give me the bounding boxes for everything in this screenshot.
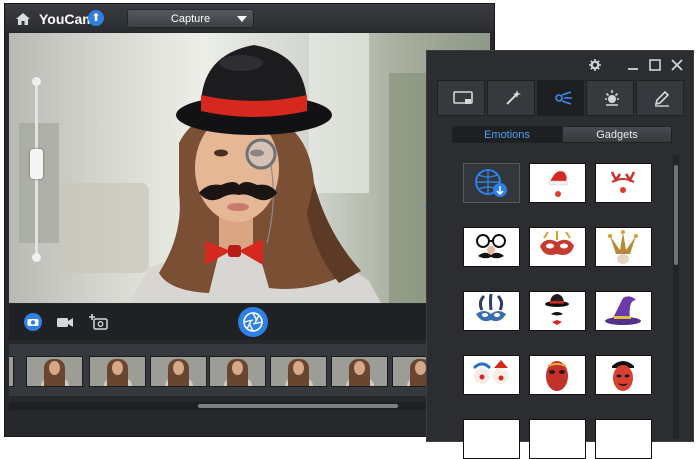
mode-dropdown[interactable]: Capture	[127, 9, 254, 28]
sun-effect-icon	[605, 90, 620, 106]
feather-mask-icon	[476, 293, 506, 322]
panel-window-controls	[427, 51, 693, 78]
effects-scrollbar[interactable]	[673, 155, 679, 439]
globe-download-icon	[475, 169, 507, 197]
effect-glasses-mustache[interactable]	[463, 227, 520, 267]
effect-antlers[interactable]	[595, 163, 652, 203]
filmstrip-scroll-thumb[interactable]	[198, 404, 398, 408]
effects-grid	[440, 155, 668, 459]
zoom-slider-handle[interactable]	[30, 149, 43, 179]
jester-hat-icon	[608, 230, 638, 264]
effect-clowns[interactable]	[463, 355, 520, 395]
home-icon[interactable]	[15, 12, 31, 26]
shutter-icon	[243, 312, 263, 332]
pencil-icon	[655, 90, 670, 107]
effect-feather-mask[interactable]	[463, 291, 520, 331]
chevron-down-icon	[237, 16, 247, 22]
bowler-hat-icon	[545, 294, 569, 325]
snapshot-filmstrip	[9, 344, 490, 396]
effect-santa-hat[interactable]	[529, 163, 586, 203]
clown-icon	[472, 360, 509, 384]
snapshot-thumbnail[interactable]	[331, 356, 388, 387]
witch-hat-icon	[605, 296, 641, 325]
tab-magic[interactable]	[486, 80, 535, 116]
antlers-icon	[610, 171, 636, 193]
frame-icon	[453, 91, 473, 104]
zoom-out-cap[interactable]	[32, 253, 41, 262]
effect-opera-mask[interactable]	[595, 355, 652, 395]
youcam-window: YouCam ⬆ Capture	[4, 3, 495, 437]
app-title: YouCam	[39, 11, 95, 27]
title-bar: YouCam ⬆ Capture	[5, 4, 494, 32]
snapshot-thumbnail[interactable]	[150, 356, 207, 387]
subtab-gadgets[interactable]: Gadgets	[562, 126, 672, 143]
zoom-in-cap[interactable]	[32, 77, 41, 86]
upload-arrow-icon[interactable]: ⬆	[88, 10, 104, 26]
video-icon[interactable]	[55, 313, 75, 331]
effect-venetian-mask[interactable]	[529, 355, 586, 395]
capture-toolbar	[9, 304, 490, 340]
download-more-effects-button[interactable]	[463, 163, 520, 203]
carnival-mask-icon	[540, 231, 574, 255]
effects-tab-bar	[437, 80, 684, 116]
preview-image	[19, 33, 490, 303]
effect-item[interactable]	[463, 419, 520, 459]
tab-brush[interactable]	[636, 80, 684, 116]
santa-hat-icon	[548, 171, 569, 197]
magic-wand-icon	[506, 90, 521, 105]
snapshot-thumbnail[interactable]	[26, 356, 83, 387]
effect-witch-hat[interactable]	[595, 291, 652, 331]
camera-icon[interactable]	[23, 313, 43, 331]
tab-scene[interactable]	[437, 80, 485, 116]
snapshot-thumbnail[interactable]	[89, 356, 146, 387]
camera-preview	[9, 33, 490, 303]
gear-icon[interactable]	[589, 59, 601, 71]
tab-avatar[interactable]	[536, 80, 585, 116]
subtab-emotions[interactable]: Emotions	[452, 126, 562, 143]
close-icon[interactable]	[671, 59, 683, 71]
effect-bowler-hat[interactable]	[529, 291, 586, 331]
opera-mask-icon	[612, 361, 634, 391]
effect-item[interactable]	[595, 419, 652, 459]
glasses-mustache-icon	[476, 234, 506, 259]
maximize-icon[interactable]	[649, 59, 661, 71]
venetian-mask-icon	[546, 361, 568, 391]
minimize-icon[interactable]	[627, 59, 639, 71]
effects-panel: Emotions Gadgets	[426, 50, 694, 459]
mode-dropdown-value: Capture	[170, 13, 211, 25]
category-subtabs: Emotions Gadgets	[452, 126, 672, 143]
tab-distortion[interactable]	[586, 80, 635, 116]
effect-carnival-mask[interactable]	[529, 227, 586, 267]
snapshot-thumbnail[interactable]	[9, 356, 14, 387]
effect-item[interactable]	[529, 419, 586, 459]
effects-scroll-thumb[interactable]	[674, 165, 678, 265]
avatar-effects-icon	[554, 91, 572, 105]
snapshot-thumbnail[interactable]	[209, 356, 266, 387]
effect-jester-hat[interactable]	[595, 227, 652, 267]
shutter-button[interactable]	[238, 307, 268, 337]
snapshot-thumbnail[interactable]	[270, 356, 327, 387]
add-photo-icon[interactable]	[89, 313, 109, 331]
filmstrip-scrollbar[interactable]	[9, 402, 490, 410]
